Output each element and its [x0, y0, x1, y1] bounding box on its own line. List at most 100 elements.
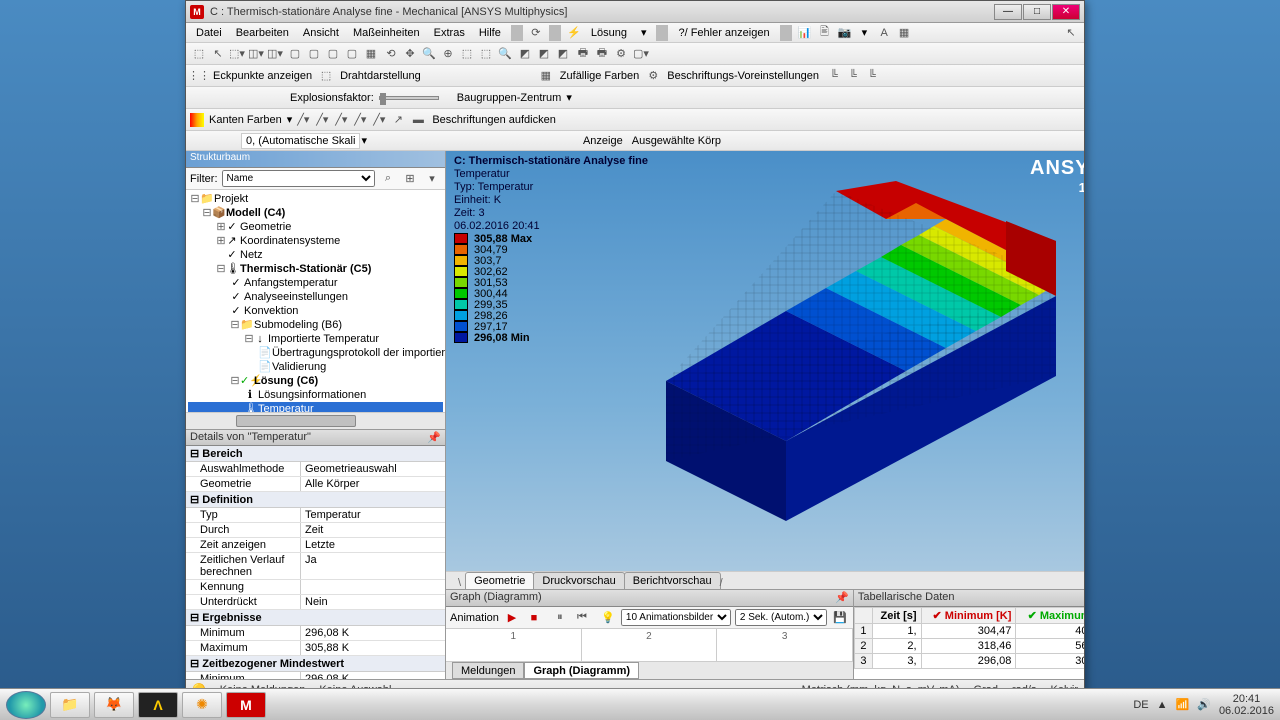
close-button[interactable]: ✕	[1052, 4, 1080, 20]
bulb-icon[interactable]: 💡	[599, 609, 617, 627]
errors-button[interactable]: ?/ Fehler anzeigen	[672, 25, 775, 41]
thicken-icon[interactable]: ▬	[409, 111, 427, 129]
menu-extras[interactable]: Extras	[428, 25, 471, 41]
tray-clock[interactable]: 20:41 06.02.2016	[1219, 693, 1274, 717]
edge-icon[interactable]: ↗	[389, 111, 407, 129]
tray-flag-icon[interactable]: ▲	[1157, 699, 1168, 711]
random-colors-label[interactable]: Zufällige Farben	[556, 70, 644, 82]
task-explorer[interactable]: 📁	[50, 692, 90, 718]
edge-color-label[interactable]: Kanten Farben	[205, 114, 286, 126]
select-icon[interactable]: ◫▾	[247, 45, 265, 63]
zoom-icon[interactable]: ⬚	[458, 45, 476, 63]
refresh-icon[interactable]: ⟳	[527, 24, 545, 42]
edge-icon[interactable]: ╱▾	[313, 111, 331, 129]
scale-label[interactable]: 0, (Automatische Skali	[241, 133, 360, 149]
box-icon[interactable]: ▢	[324, 45, 342, 63]
expand-icon[interactable]: ⊞	[401, 170, 419, 188]
view-icon[interactable]: ◩	[554, 45, 572, 63]
menu-bearbeiten[interactable]: Bearbeiten	[230, 25, 295, 41]
select-icon[interactable]: ⬚▾	[228, 45, 246, 63]
graph-canvas[interactable]: 1 2 3	[446, 629, 853, 661]
axis-icon[interactable]: ╚	[863, 67, 881, 85]
tool-icon[interactable]: 📊	[796, 24, 814, 42]
outline-tree[interactable]: ⊟📁Projekt ⊟📦Modell (C4) ⊞✓Geometrie ⊞↗Ko…	[186, 190, 445, 412]
tab-geometrie[interactable]: Geometrie	[465, 572, 534, 589]
tool-icon[interactable]: 📷	[836, 24, 854, 42]
task-mechanical[interactable]: M	[226, 692, 266, 718]
solve-button[interactable]: Lösung	[585, 25, 633, 41]
print-icon[interactable]: 🖶	[593, 45, 611, 63]
play-icon[interactable]: ▶	[503, 609, 521, 627]
titlebar[interactable]: M C : Thermisch-stationäre Analyse fine …	[186, 1, 1084, 23]
tray-sound-icon[interactable]: 🔊	[1197, 698, 1211, 711]
select-icon[interactable]: ⬚	[190, 45, 208, 63]
tool-icon[interactable]: 🖹	[816, 24, 834, 42]
box-icon[interactable]: ▢	[343, 45, 361, 63]
filter-icon[interactable]: ⌕	[379, 170, 397, 188]
pin-icon[interactable]: 📌	[427, 431, 441, 444]
minimize-button[interactable]: —	[994, 4, 1022, 20]
pan-icon[interactable]: ✥	[401, 45, 419, 63]
axis-icon[interactable]: ╚	[825, 67, 843, 85]
vertices-label[interactable]: Eckpunkte anzeigen	[209, 70, 316, 82]
edge-icon[interactable]: ╱▾	[332, 111, 350, 129]
rotate-icon[interactable]: ⟲	[382, 45, 400, 63]
menu-hilfe[interactable]: Hilfe	[473, 25, 507, 41]
maximize-button[interactable]: □	[1023, 4, 1051, 20]
ausgew-label[interactable]: Ausgewählte Körp	[628, 135, 725, 147]
thicken-label[interactable]: Beschriftungen aufdicken	[428, 114, 560, 126]
tool-icon[interactable]: ▦	[895, 24, 913, 42]
start-button[interactable]	[6, 691, 46, 719]
edge-icon[interactable]: ╱▾	[370, 111, 388, 129]
edge-color-icon[interactable]	[190, 113, 204, 127]
select-icon[interactable]: ◫▾	[266, 45, 284, 63]
wireframe-icon[interactable]: ⬚	[317, 67, 335, 85]
select-icon[interactable]: ↖	[209, 45, 227, 63]
edge-icon[interactable]: ╱▾	[351, 111, 369, 129]
tab-bericht[interactable]: Berichtvorschau	[624, 572, 721, 589]
axis-icon[interactable]: ╚	[844, 67, 862, 85]
result-table[interactable]: Zeit [s]✔ Minimum [K]✔ Maximum [K]11,304…	[854, 607, 1084, 679]
box-icon[interactable]: ▦	[362, 45, 380, 63]
zoom-icon[interactable]: ⊕	[439, 45, 457, 63]
menu-units[interactable]: Maßeinheiten	[347, 25, 426, 41]
solve-icon[interactable]: ⚡	[565, 24, 583, 42]
tool-icon[interactable]: A	[875, 24, 893, 42]
annot-label[interactable]: Beschriftungs-Voreinstellungen	[663, 70, 823, 82]
dropdown-icon[interactable]: ▢▾	[632, 45, 650, 63]
view-icon[interactable]: ◩	[535, 45, 553, 63]
vertices-icon[interactable]: ⋮⋮	[190, 67, 208, 85]
annot-icon[interactable]: ⚙	[644, 67, 662, 85]
menu-datei[interactable]: Datei	[190, 25, 228, 41]
print-icon[interactable]: 🖶	[574, 45, 592, 63]
random-colors-icon[interactable]: ▦	[537, 67, 555, 85]
view-icon[interactable]: ◩	[516, 45, 534, 63]
cursor-icon[interactable]: ↖	[1062, 24, 1080, 42]
task-firefox[interactable]: 🦊	[94, 692, 134, 718]
frame-icon[interactable]: ⏸	[551, 609, 569, 627]
tab-graph[interactable]: Graph (Diagramm)	[524, 662, 639, 679]
task-ansys[interactable]: Λ	[138, 692, 178, 718]
assembly-center[interactable]: Baugruppen-Zentrum	[453, 92, 566, 104]
fit-icon[interactable]: 🔍	[496, 45, 514, 63]
edge-icon[interactable]: ╱▾	[294, 111, 312, 129]
frames-select[interactable]: 10 Animationsbilder	[621, 609, 731, 626]
fit-icon[interactable]: ⬚	[477, 45, 495, 63]
stop-icon[interactable]: ■	[525, 609, 543, 627]
frame-icon[interactable]: ⏮	[573, 609, 591, 627]
collapse-icon[interactable]: ▾	[423, 170, 441, 188]
tree-scrollbar[interactable]	[186, 412, 445, 429]
pin-icon[interactable]: 📌	[835, 591, 849, 605]
tab-meldungen[interactable]: Meldungen	[452, 662, 524, 679]
graphics-viewport[interactable]: C: Thermisch-stationäre Analyse fine Tem…	[446, 151, 1084, 571]
explosion-slider[interactable]	[379, 96, 439, 100]
wireframe-label[interactable]: Drahtdarstellung	[336, 70, 425, 82]
save-anim-icon[interactable]: 💾	[831, 609, 849, 627]
tray-network-icon[interactable]: 📶	[1176, 698, 1190, 711]
tab-druck[interactable]: Druckvorschau	[533, 572, 624, 589]
tray-lang[interactable]: DE	[1133, 699, 1148, 711]
box-icon[interactable]: ▢	[305, 45, 323, 63]
menu-ansicht[interactable]: Ansicht	[297, 25, 345, 41]
box-icon[interactable]: ▢	[286, 45, 304, 63]
task-app[interactable]: ✺	[182, 692, 222, 718]
